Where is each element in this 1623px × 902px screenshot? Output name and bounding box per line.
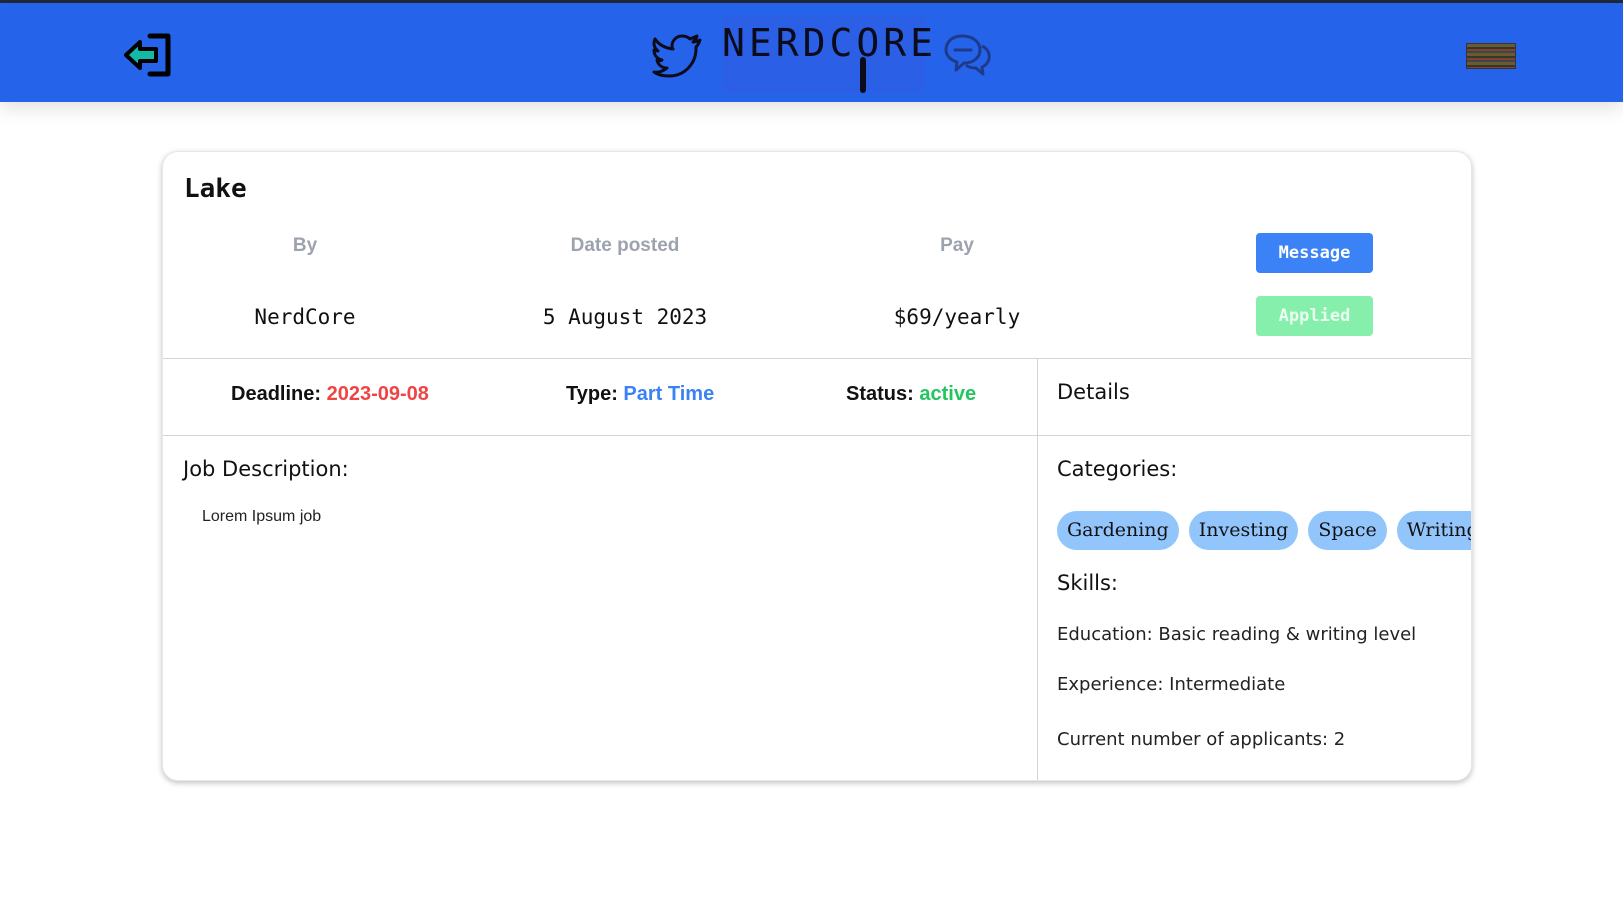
applied-button[interactable]: Applied — [1256, 296, 1373, 336]
category-chip[interactable]: Space — [1308, 511, 1387, 550]
job-title: Lake — [184, 174, 247, 204]
job-card: Lake By Date posted Pay NerdCore 5 Augus… — [162, 151, 1472, 781]
category-chip[interactable]: Writing — [1396, 511, 1471, 550]
divider — [163, 358, 1471, 359]
job-status: Status: active — [846, 383, 976, 406]
deadline-label: Deadline: — [231, 383, 322, 405]
by-label: By — [292, 235, 318, 256]
divider — [163, 435, 1471, 436]
twitter-icon[interactable] — [652, 30, 704, 78]
applicants-count: Current number of applicants: 2 — [1057, 729, 1346, 750]
experience-requirement: Experience: Intermediate — [1057, 674, 1286, 695]
status-value: active — [919, 383, 977, 405]
logout-icon[interactable] — [122, 30, 178, 80]
skills-title: Skills: — [1057, 571, 1119, 595]
posted-by-value: NerdCore — [254, 305, 356, 329]
nerdcore-logo[interactable]: NERDCORE — [722, 15, 938, 93]
job-description: Lorem Ipsum job — [202, 508, 322, 525]
category-chip[interactable]: Gardening — [1057, 511, 1179, 550]
pay-value: $69/yearly — [893, 305, 1021, 329]
logo-drip — [860, 57, 866, 93]
column-divider — [1037, 358, 1038, 780]
message-button[interactable]: Message — [1256, 233, 1373, 273]
education-requirement: Education: Basic reading & writing level — [1057, 624, 1417, 645]
logo-text: NERDCORE — [722, 21, 938, 65]
categories-title: Categories: — [1057, 457, 1178, 481]
type-value: Part Time — [623, 383, 715, 405]
job-type: Type: Part Time — [566, 383, 714, 406]
avatar[interactable] — [1466, 43, 1516, 69]
date-posted-value: 5 August 2023 — [542, 305, 708, 329]
status-label: Status: — [846, 383, 914, 405]
date-posted-label: Date posted — [570, 235, 680, 256]
chat-icon[interactable] — [942, 32, 994, 80]
deadline-value: 2023-09-08 — [326, 383, 429, 405]
job-description-title: Job Description: — [183, 457, 349, 481]
details-title: Details — [1057, 380, 1130, 404]
type-label: Type: — [566, 383, 618, 405]
categories-list: Gardening Investing Space Writing — [1057, 511, 1471, 550]
top-navbar: NERDCORE — [0, 3, 1623, 102]
deadline: Deadline: 2023-09-08 — [231, 383, 429, 406]
category-chip[interactable]: Investing — [1188, 511, 1299, 550]
pay-label: Pay — [940, 235, 974, 256]
